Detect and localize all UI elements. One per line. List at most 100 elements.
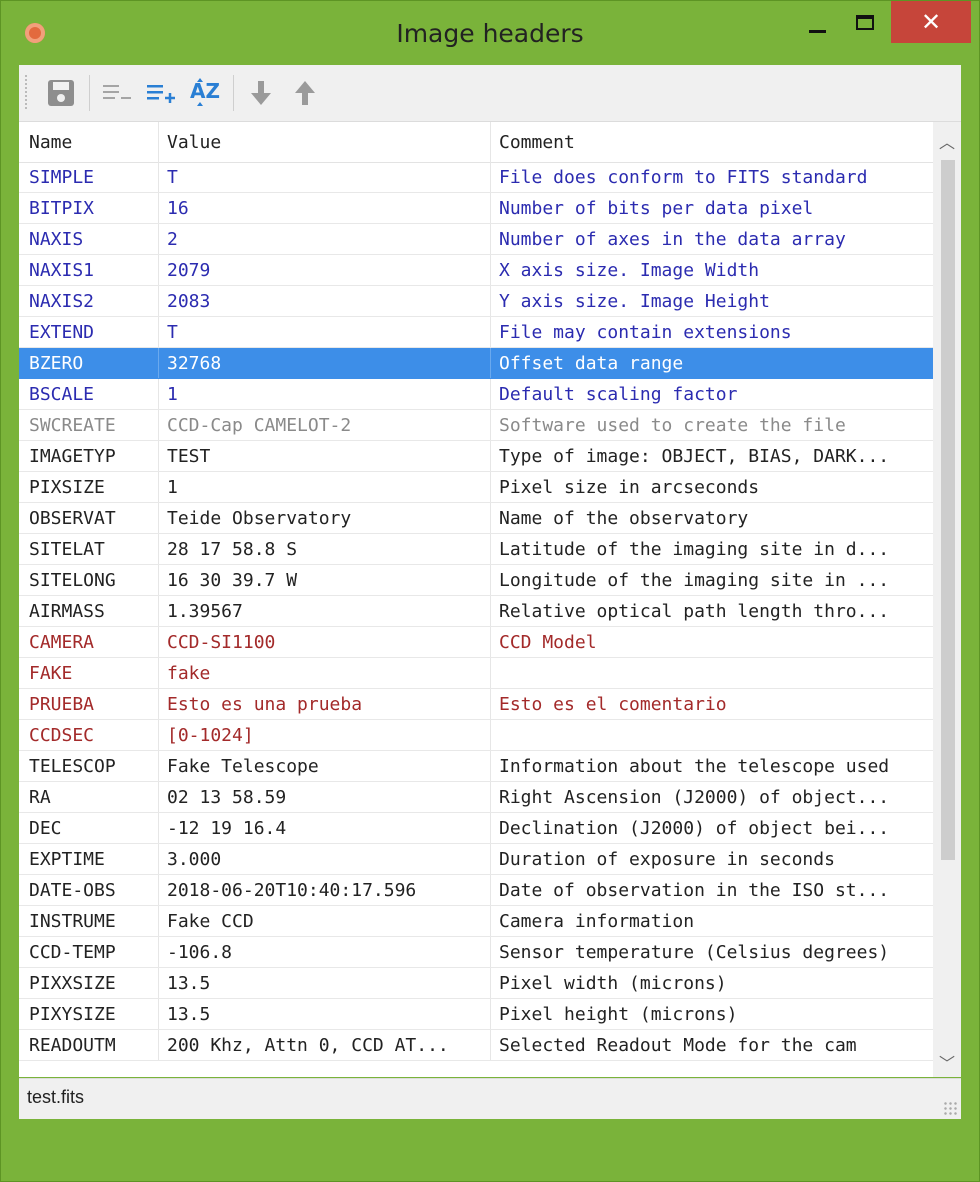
move-up-button[interactable] <box>285 73 325 113</box>
cell-comment[interactable]: Relative optical path length thro... <box>491 596 949 626</box>
cell-comment[interactable]: Information about the telescope used <box>491 751 949 781</box>
cell-value[interactable]: TEST <box>159 441 491 471</box>
cell-value[interactable]: fake <box>159 658 491 688</box>
cell-name[interactable]: CCDSEC <box>19 720 159 750</box>
cell-comment[interactable]: File does conform to FITS standard <box>491 162 949 192</box>
add-lines-button[interactable] <box>141 73 181 113</box>
resize-grip-icon[interactable] <box>943 1101 957 1115</box>
table-row[interactable]: DATE-OBS 2018-06-20T10:40:17.596 Date of o… <box>19 875 949 906</box>
cell-value[interactable]: 1 <box>159 379 491 409</box>
table-row[interactable]: PIXSIZE 1 Pixel size in arcseconds <box>19 472 949 503</box>
cell-comment[interactable]: Date of observation in the ISO st... <box>491 875 949 905</box>
cell-name[interactable]: EXPTIME <box>19 844 159 874</box>
cell-comment[interactable]: Declination (J2000) of object bei... <box>491 813 949 843</box>
cell-value[interactable]: 02 13 58.59 <box>159 782 491 812</box>
cell-name[interactable]: READOUTM <box>19 1030 159 1060</box>
cell-comment[interactable] <box>491 720 949 750</box>
cell-comment[interactable]: Selected Readout Mode for the cam <box>491 1030 949 1060</box>
cell-comment[interactable]: Y axis size. Image Height <box>491 286 949 316</box>
cell-comment[interactable]: Default scaling factor <box>491 379 949 409</box>
cell-comment[interactable] <box>491 658 949 688</box>
scroll-down-button[interactable]: ﹀ <box>933 1047 961 1077</box>
cell-comment[interactable]: X axis size. Image Width <box>491 255 949 285</box>
title-bar[interactable]: Image headers ✕ <box>1 1 979 63</box>
cell-comment[interactable]: Sensor temperature (Celsius degrees) <box>491 937 949 967</box>
cell-name[interactable]: BSCALE <box>19 379 159 409</box>
cell-value[interactable]: T <box>159 162 491 192</box>
cell-name[interactable]: SITELONG <box>19 565 159 595</box>
cell-name[interactable]: SWCREATE <box>19 410 159 440</box>
cell-value[interactable]: 1.39567 <box>159 596 491 626</box>
cell-comment[interactable]: Esto es el comentario <box>491 689 949 719</box>
cell-value[interactable]: 16 <box>159 193 491 223</box>
cell-value[interactable]: CCD-Cap CAMELOT-2 <box>159 410 491 440</box>
table-row[interactable]: FAKE fake <box>19 658 949 689</box>
cell-value[interactable]: T <box>159 317 491 347</box>
table-row[interactable]: READOUTM 200 Khz, Attn 0, CCD AT... Select… <box>19 1030 949 1061</box>
cell-name[interactable]: IMAGETYP <box>19 441 159 471</box>
remove-lines-button[interactable] <box>97 73 137 113</box>
maximize-button[interactable] <box>841 1 889 43</box>
table-row[interactable]: INSTRUME Fake CCD Camera information <box>19 906 949 937</box>
cell-value[interactable]: 200 Khz, Attn 0, CCD AT... <box>159 1030 491 1060</box>
cell-name[interactable]: DEC <box>19 813 159 843</box>
table-row[interactable]: CAMERA CCD-SI1100 CCD Model <box>19 627 949 658</box>
save-button[interactable] <box>41 73 81 113</box>
table-row[interactable]: OBSERVAT Teide Observatory Name of the obs… <box>19 503 949 534</box>
table-row[interactable]: PIXXSIZE 13.5 Pixel width (microns) <box>19 968 949 999</box>
cell-comment[interactable]: CCD Model <box>491 627 949 657</box>
table-row[interactable]: RA 02 13 58.59 Right Ascension (J2000) of … <box>19 782 949 813</box>
cell-comment[interactable]: Number of axes in the data array <box>491 224 949 254</box>
sort-az-button[interactable]: AZ <box>185 73 227 113</box>
table-row[interactable]: CCDSEC [0-1024] <box>19 720 949 751</box>
cell-value[interactable]: 13.5 <box>159 999 491 1029</box>
cell-name[interactable]: BZERO <box>19 348 159 378</box>
column-header-comment[interactable]: Comment <box>491 122 949 162</box>
cell-value[interactable]: 1 <box>159 472 491 502</box>
table-row[interactable]: BSCALE 1 Default scaling factor <box>19 379 949 410</box>
cell-comment[interactable]: Software used to create the file <box>491 410 949 440</box>
cell-name[interactable]: PIXXSIZE <box>19 968 159 998</box>
cell-comment[interactable]: Offset data range <box>491 348 949 378</box>
cell-name[interactable]: NAXIS1 <box>19 255 159 285</box>
cell-comment[interactable]: Number of bits per data pixel <box>491 193 949 223</box>
cell-name[interactable]: PRUEBA <box>19 689 159 719</box>
table-row[interactable]: SITELAT 28 17 58.8 S Latitude of the imagi… <box>19 534 949 565</box>
cell-name[interactable]: SITELAT <box>19 534 159 564</box>
table-row[interactable]: CCD-TEMP -106.8 Sensor temperature (Celsiu… <box>19 937 949 968</box>
cell-name[interactable]: DATE-OBS <box>19 875 159 905</box>
table-row[interactable]: BZERO 32768 Offset data range <box>19 348 949 379</box>
table-row[interactable]: SIMPLE T File does conform to FITS standar… <box>19 162 949 193</box>
cell-value[interactable]: Fake Telescope <box>159 751 491 781</box>
cell-name[interactable]: BITPIX <box>19 193 159 223</box>
cell-comment[interactable]: File may contain extensions <box>491 317 949 347</box>
cell-value[interactable]: 16 30 39.7 W <box>159 565 491 595</box>
vertical-scrollbar[interactable]: ︿ ﹀ <box>933 122 961 1077</box>
close-button[interactable]: ✕ <box>891 1 971 43</box>
cell-value[interactable]: 2 <box>159 224 491 254</box>
table-row[interactable]: NAXIS2 2083 Y axis size. Image Height <box>19 286 949 317</box>
table-row[interactable]: PRUEBA Esto es una prueba Esto es el comen… <box>19 689 949 720</box>
cell-name[interactable]: NAXIS2 <box>19 286 159 316</box>
cell-value[interactable]: 2018-06-20T10:40:17.596 <box>159 875 491 905</box>
table-row[interactable]: NAXIS 2 Number of axes in the data array <box>19 224 949 255</box>
cell-value[interactable]: 28 17 58.8 S <box>159 534 491 564</box>
cell-comment[interactable]: Right Ascension (J2000) of object... <box>491 782 949 812</box>
cell-value[interactable]: 32768 <box>159 348 491 378</box>
cell-name[interactable]: AIRMASS <box>19 596 159 626</box>
table-row[interactable]: PIXYSIZE 13.5 Pixel height (microns) <box>19 999 949 1030</box>
cell-name[interactable]: INSTRUME <box>19 906 159 936</box>
cell-value[interactable]: Esto es una prueba <box>159 689 491 719</box>
cell-value[interactable]: 13.5 <box>159 968 491 998</box>
table-row[interactable]: IMAGETYP TEST Type of image: OBJECT, BIAS,… <box>19 441 949 472</box>
cell-value[interactable]: CCD-SI1100 <box>159 627 491 657</box>
cell-name[interactable]: CAMERA <box>19 627 159 657</box>
cell-comment[interactable]: Longitude of the imaging site in ... <box>491 565 949 595</box>
table-row[interactable]: EXTEND T File may contain extensions <box>19 317 949 348</box>
cell-name[interactable]: SIMPLE <box>19 162 159 192</box>
cell-name[interactable]: FAKE <box>19 658 159 688</box>
table-row[interactable]: TELESCOP Fake Telescope Information about … <box>19 751 949 782</box>
cell-value[interactable]: Teide Observatory <box>159 503 491 533</box>
cell-comment[interactable]: Duration of exposure in seconds <box>491 844 949 874</box>
scroll-up-button[interactable]: ︿ <box>933 126 961 156</box>
